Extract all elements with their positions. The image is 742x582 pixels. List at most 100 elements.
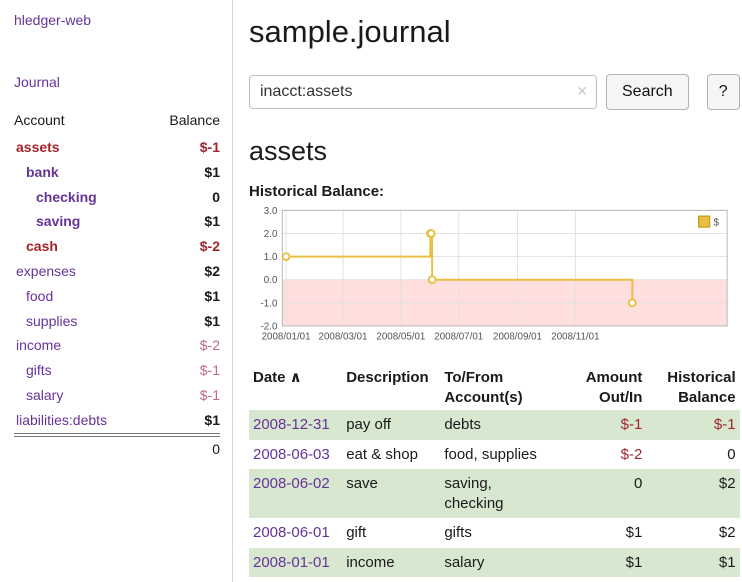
register-table: Date ∧DescriptionTo/FromAccount(s)Amount… bbox=[249, 365, 740, 577]
accounts-header-row: Account Balance bbox=[14, 110, 220, 135]
sidebar: hledger-web Journal Account Balance asse… bbox=[0, 0, 233, 582]
transaction-description: gift bbox=[342, 518, 440, 548]
register-header-historical-balance: HistoricalBalance bbox=[646, 365, 739, 410]
svg-text:2008/05/01: 2008/05/01 bbox=[376, 332, 425, 343]
account-row: expenses $2 bbox=[14, 259, 220, 284]
account-row: assets$-1 bbox=[14, 135, 220, 160]
transaction-description: eat & shop bbox=[342, 440, 440, 470]
balance-chart-svg: 3.02.01.00.0-1.0-2.02008/01/012008/03/01… bbox=[249, 204, 735, 348]
svg-text:-1.0: -1.0 bbox=[261, 298, 278, 309]
register-row: 2008-06-03eat & shopfood, supplies$-20 bbox=[249, 440, 740, 470]
help-button[interactable]: ? bbox=[707, 74, 740, 110]
sidebar-account-link-liabilities-debts[interactable]: liabilities:debts bbox=[16, 412, 107, 428]
transaction-accounts: salary bbox=[440, 548, 572, 578]
data-point bbox=[429, 276, 436, 283]
data-point bbox=[283, 253, 290, 260]
sidebar-item-journal[interactable]: Journal bbox=[14, 74, 220, 90]
account-balance: $1 bbox=[147, 160, 220, 185]
transaction-running-balance: 0 bbox=[646, 440, 739, 470]
transaction-date-link[interactable]: 2008-06-03 bbox=[253, 446, 330, 463]
transaction-accounts: debts bbox=[440, 410, 572, 440]
svg-text:2008/09/01: 2008/09/01 bbox=[493, 332, 542, 343]
transaction-amount: $-1 bbox=[573, 410, 647, 440]
search-button[interactable]: Search bbox=[606, 74, 689, 110]
account-balance: $1 bbox=[147, 284, 220, 309]
sidebar-account-link-saving[interactable]: saving bbox=[36, 213, 80, 229]
sidebar-account-link-salary[interactable]: salary bbox=[26, 387, 63, 403]
sidebar-account-link-income[interactable]: income bbox=[16, 337, 61, 353]
register-row: 2008-06-01giftgifts$1$2 bbox=[249, 518, 740, 548]
sidebar-account-link-expenses[interactable]: expenses bbox=[16, 263, 76, 279]
register-row: 2008-01-01incomesalary$1$1 bbox=[249, 548, 740, 578]
transaction-accounts: food, supplies bbox=[440, 440, 572, 470]
sidebar-account-link-gifts[interactable]: gifts bbox=[26, 362, 52, 378]
svg-text:3.0: 3.0 bbox=[264, 206, 278, 217]
transaction-description: income bbox=[342, 548, 440, 578]
sidebar-account-link-bank[interactable]: bank bbox=[26, 164, 59, 180]
transaction-date-link[interactable]: 2008-01-01 bbox=[253, 554, 330, 571]
accounts-total-balance: 0 bbox=[147, 435, 220, 462]
sidebar-account-link-assets[interactable]: assets bbox=[16, 139, 60, 155]
account-row: bank $1 bbox=[14, 160, 220, 185]
accounts-header-account: Account bbox=[14, 110, 147, 135]
register-header-amount-out-in: AmountOut/In bbox=[573, 365, 647, 410]
register-header-date[interactable]: Date ∧ bbox=[249, 365, 342, 410]
transaction-amount: $1 bbox=[573, 518, 647, 548]
transaction-date-link[interactable]: 2008-12-31 bbox=[253, 416, 330, 433]
register-header-row: Date ∧DescriptionTo/FromAccount(s)Amount… bbox=[249, 365, 740, 410]
register-rows: 2008-12-31pay offdebts$-1$-1 2008-06-03 ea… bbox=[249, 410, 740, 577]
page-title: sample.journal bbox=[249, 14, 740, 50]
transaction-running-balance: $1 bbox=[646, 548, 739, 578]
transaction-date-link[interactable]: 2008-06-02 bbox=[253, 475, 330, 492]
accounts-total-spacer bbox=[14, 435, 147, 462]
svg-text:2.0: 2.0 bbox=[264, 229, 278, 240]
transaction-date-link[interactable]: 2008-06-01 bbox=[253, 524, 330, 541]
app-window: hledger-web Journal Account Balance asse… bbox=[0, 0, 742, 582]
search-input[interactable] bbox=[249, 75, 597, 109]
transaction-amount: $1 bbox=[573, 548, 647, 578]
sidebar-account-link-supplies[interactable]: supplies bbox=[26, 313, 77, 329]
account-row: supplies $1 bbox=[14, 309, 220, 334]
register-row: 2008-06-02savesaving,checking0$2 bbox=[249, 469, 740, 518]
account-row: salary $-1 bbox=[14, 383, 220, 408]
app-title-link[interactable]: hledger-web bbox=[14, 12, 220, 28]
transaction-amount: 0 bbox=[573, 469, 647, 518]
sort-ascending-icon: ∧ bbox=[286, 369, 302, 386]
data-point bbox=[629, 299, 636, 306]
clear-search-icon[interactable]: ✕ bbox=[576, 84, 588, 98]
account-heading: assets bbox=[249, 136, 740, 167]
svg-text:2008/01/01: 2008/01/01 bbox=[262, 332, 311, 343]
account-balance: $1 bbox=[147, 309, 220, 334]
balance-chart: 3.02.01.00.0-1.0-2.02008/01/012008/03/01… bbox=[249, 204, 740, 353]
svg-text:2008/03/01: 2008/03/01 bbox=[319, 332, 368, 343]
transaction-running-balance: $2 bbox=[646, 469, 739, 518]
transaction-accounts: gifts bbox=[440, 518, 572, 548]
sidebar-account-link-cash[interactable]: cash bbox=[26, 238, 58, 254]
svg-text:1.0: 1.0 bbox=[264, 252, 278, 263]
accounts-header-balance: Balance bbox=[147, 110, 220, 135]
transaction-description: save bbox=[342, 469, 440, 518]
data-point bbox=[428, 230, 435, 237]
svg-text:0.0: 0.0 bbox=[264, 275, 278, 286]
account-row: food $1 bbox=[14, 284, 220, 309]
register-row: 2008-12-31pay offdebts$-1$-1 bbox=[249, 410, 740, 440]
sidebar-account-link-food[interactable]: food bbox=[26, 288, 53, 304]
account-balance: $-1 bbox=[147, 358, 220, 383]
search-form: ✕ Search ? bbox=[249, 74, 740, 110]
account-row: gifts $-1 bbox=[14, 358, 220, 383]
account-balance: $2 bbox=[147, 259, 220, 284]
transaction-running-balance: $-1 bbox=[646, 410, 739, 440]
accounts-table: Account Balance assets$-1bank$1checking0… bbox=[14, 110, 220, 461]
chart-title: Historical Balance: bbox=[249, 183, 740, 200]
account-balance: $-1 bbox=[147, 383, 220, 408]
account-rows: assets$-1bank$1checking0saving$1cash$-2e… bbox=[14, 135, 220, 435]
svg-text:2008/07/01: 2008/07/01 bbox=[434, 332, 483, 343]
main-content: sample.journal ✕ Search ? assets Histori… bbox=[233, 0, 742, 582]
account-balance: $1 bbox=[147, 408, 220, 435]
register-header-description: Description bbox=[342, 365, 440, 410]
account-row: income$-2 bbox=[14, 333, 220, 358]
account-balance: $1 bbox=[147, 209, 220, 234]
account-row: saving $1 bbox=[14, 209, 220, 234]
sidebar-account-link-checking[interactable]: checking bbox=[36, 189, 97, 205]
svg-text:$: $ bbox=[713, 218, 719, 229]
